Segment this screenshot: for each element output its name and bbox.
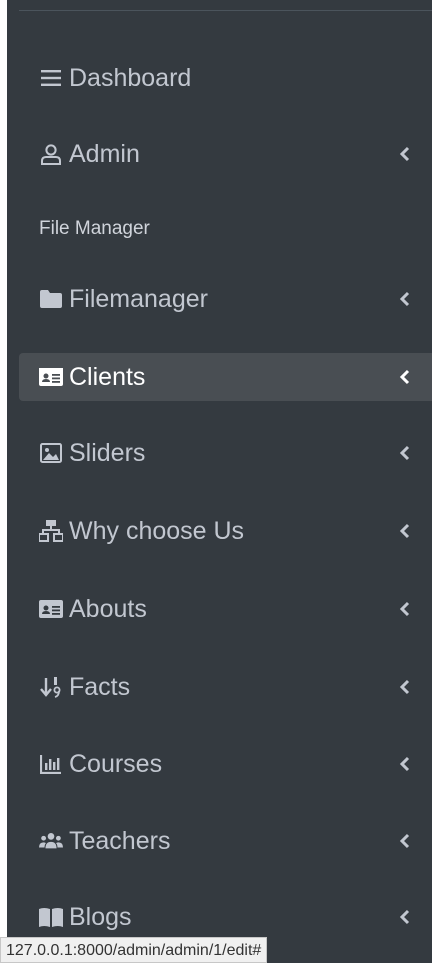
book-icon: [39, 905, 63, 929]
chart-bar-icon: [39, 752, 63, 776]
id-card-icon: [39, 597, 63, 621]
user-icon: [39, 142, 63, 166]
sitemap-icon: [39, 519, 63, 543]
nav-header-file-manager: File Manager: [39, 218, 150, 239]
chevron-left-icon: [399, 601, 410, 617]
nav-label: Clients: [69, 362, 146, 391]
nav-item-sliders[interactable]: Sliders: [19, 429, 432, 477]
id-card-icon: [39, 365, 63, 389]
divider: [19, 10, 432, 11]
nav-item-dashboard[interactable]: Dashboard: [19, 54, 432, 102]
image-icon: [39, 441, 63, 465]
nav-label: Facts: [69, 672, 131, 701]
sidebar: Dashboard Admin File Manager Filemanager: [7, 0, 432, 963]
nav-item-admin[interactable]: Admin: [19, 130, 432, 178]
nav-item-filemanager[interactable]: Filemanager: [19, 275, 432, 323]
nav-item-why-choose-us[interactable]: Why choose Us: [19, 507, 432, 555]
users-icon: [39, 829, 63, 853]
bars-icon: [39, 66, 63, 90]
chevron-left-icon: [399, 833, 410, 849]
nav-item-facts[interactable]: Facts: [19, 663, 432, 711]
status-bar-url: 127.0.0.1:8000/admin/admin/1/edit#: [0, 937, 268, 963]
chevron-left-icon: [399, 291, 410, 307]
chevron-left-icon: [399, 756, 410, 772]
nav-label: Teachers: [69, 826, 171, 855]
nav-label: Blogs: [69, 902, 132, 931]
nav-label: Filemanager: [69, 284, 208, 313]
nav-label: Admin: [69, 139, 140, 168]
chevron-left-icon: [399, 146, 410, 162]
nav-item-courses[interactable]: Courses: [19, 740, 432, 788]
chevron-left-icon: [399, 679, 410, 695]
chevron-left-icon: [399, 909, 410, 925]
nav-label: Dashboard: [69, 63, 192, 92]
folder-icon: [39, 287, 63, 311]
nav-label: Why choose Us: [69, 516, 245, 545]
nav-label: Courses: [69, 749, 163, 778]
nav-item-clients[interactable]: Clients: [19, 353, 432, 401]
nav-item-abouts[interactable]: Abouts: [19, 585, 432, 633]
nav-item-blogs[interactable]: Blogs: [19, 893, 432, 941]
nav-label: Sliders: [69, 438, 146, 467]
chevron-left-icon: [399, 523, 410, 539]
nav-item-teachers[interactable]: Teachers: [19, 817, 432, 865]
chevron-left-icon: [399, 369, 410, 385]
nav-label: Abouts: [69, 594, 147, 623]
sort-numeric-icon: [39, 675, 63, 699]
chevron-left-icon: [399, 445, 410, 461]
